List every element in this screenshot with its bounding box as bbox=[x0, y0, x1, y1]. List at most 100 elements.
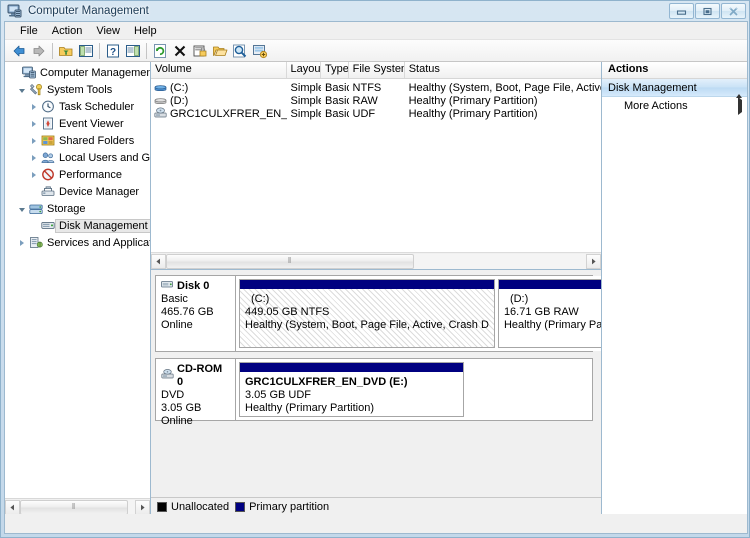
table-row[interactable]: (C:) Simple Basic NTFS Healthy (System, … bbox=[151, 81, 601, 94]
menu-file[interactable]: File bbox=[13, 24, 45, 38]
tree-item-performance[interactable]: Performance bbox=[7, 166, 150, 183]
cdrom-icon bbox=[161, 369, 174, 383]
actions-group-disk-management[interactable]: Disk Management bbox=[602, 79, 747, 98]
partition-status: Healthy (System, Boot, Page File, Active… bbox=[245, 319, 489, 331]
partition-title: GRC1CULXFRER_EN_DVD (E:) bbox=[245, 376, 408, 388]
show-action-pane-icon[interactable] bbox=[123, 41, 143, 61]
tree-item-shared-folders[interactable]: Shared Folders bbox=[7, 132, 150, 149]
status-cell: Healthy (Primary Partition) bbox=[408, 107, 538, 120]
tree-twisty-collapsed[interactable] bbox=[27, 154, 40, 161]
disk-name: Disk 0 bbox=[177, 280, 210, 292]
close-button[interactable] bbox=[721, 3, 746, 19]
delete-icon[interactable] bbox=[170, 41, 190, 61]
type-cell: Basic bbox=[324, 94, 349, 107]
column-header-volume[interactable]: Volume bbox=[151, 62, 287, 78]
table-row[interactable]: GRC1CULXFRER_EN_DVD (E:) Simple Basic UD… bbox=[151, 107, 601, 120]
tree-item-storage[interactable]: Storage bbox=[7, 200, 150, 217]
column-header-file-system[interactable]: File System bbox=[348, 62, 405, 78]
tree-item-system-tools[interactable]: System Tools bbox=[7, 81, 150, 98]
partition-e[interactable]: GRC1CULXFRER_EN_DVD (E:) 3.05 GB UDF Hea… bbox=[239, 362, 464, 417]
disk-info-disk-0[interactable]: Disk 0 Basic 465.76 GB Online bbox=[156, 276, 236, 351]
status-cell: Healthy (Primary Partition) bbox=[408, 94, 538, 107]
title-bar[interactable]: Computer Management bbox=[1, 1, 749, 21]
users-icon bbox=[40, 151, 56, 164]
tree-item-services-and-applications[interactable]: Services and Applications bbox=[7, 234, 150, 251]
tree-item-disk-management[interactable]: Disk Management bbox=[7, 217, 150, 234]
minimize-button[interactable] bbox=[669, 3, 694, 19]
refresh-icon[interactable] bbox=[150, 41, 170, 61]
volume-scroll-thumb[interactable]: ‖ bbox=[166, 253, 414, 269]
tree-item-event-viewer[interactable]: Event Viewer bbox=[7, 115, 150, 132]
properties-icon[interactable] bbox=[190, 41, 210, 61]
tree-twisty-collapsed[interactable] bbox=[27, 137, 40, 144]
create-vhd-icon[interactable] bbox=[250, 41, 270, 61]
tree-twisty-collapsed[interactable] bbox=[15, 239, 28, 246]
scroll-left-arrow[interactable] bbox=[151, 253, 166, 269]
volume-label: (C:) bbox=[170, 81, 189, 94]
show-console-tree-icon[interactable] bbox=[76, 41, 96, 61]
window-controls bbox=[669, 3, 746, 19]
legend-label: Primary partition bbox=[249, 500, 330, 513]
legend-item-primary-partition: Primary partition bbox=[235, 501, 329, 513]
help-icon[interactable]: ? bbox=[103, 41, 123, 61]
disk-capacity: 3.05 GB bbox=[161, 402, 202, 414]
disk-row-cdrom-0[interactable]: CD-ROM 0 DVD 3.05 GB Online GRC1CULXFRER… bbox=[155, 358, 593, 427]
event-viewer-icon bbox=[40, 117, 56, 130]
tree-scroll-track[interactable]: ‖ bbox=[20, 499, 135, 515]
tree-item-computer-management[interactable]: Computer Management (Local bbox=[7, 64, 150, 81]
tree-horizontal-scrollbar[interactable]: ‖ bbox=[5, 498, 150, 515]
type-cell: Basic bbox=[324, 107, 349, 120]
menu-view[interactable]: View bbox=[89, 24, 127, 38]
table-row[interactable]: (D:) Simple Basic RAW Healthy (Primary P… bbox=[151, 94, 601, 107]
column-header-layout[interactable]: Layout bbox=[286, 62, 321, 78]
tree-twisty-expanded[interactable] bbox=[15, 206, 28, 212]
tree-twisty-collapsed[interactable] bbox=[27, 120, 40, 127]
actions-pane: Actions Disk Management More Actions bbox=[601, 62, 747, 515]
disk-info-cdrom-0[interactable]: CD-ROM 0 DVD 3.05 GB Online bbox=[156, 359, 236, 427]
disk-state: Online bbox=[161, 319, 193, 331]
tree-item-label: Device Manager bbox=[59, 185, 140, 198]
partition-c[interactable]: (C:) 449.05 GB NTFS Healthy (System, Boo… bbox=[239, 279, 495, 348]
up-folder-icon[interactable] bbox=[56, 41, 76, 61]
column-header-type[interactable]: Type bbox=[321, 62, 349, 78]
tree-item-device-manager[interactable]: Device Manager bbox=[7, 183, 150, 200]
tree-item-label: Local Users and Groups bbox=[59, 151, 150, 164]
tree-item-task-scheduler[interactable]: Task Scheduler bbox=[7, 98, 150, 115]
action-more-actions[interactable]: More Actions bbox=[602, 97, 747, 115]
rescan-disks-icon[interactable] bbox=[230, 41, 250, 61]
disk-icon bbox=[161, 280, 174, 293]
maximize-button[interactable] bbox=[695, 3, 720, 19]
services-icon bbox=[28, 236, 44, 249]
tree-twisty-collapsed[interactable] bbox=[27, 171, 40, 178]
partition-d[interactable]: (D:) 16.71 GB RAW Healthy (Primary Parti… bbox=[497, 279, 601, 348]
volume-scroll-track[interactable]: ‖ bbox=[166, 253, 586, 269]
hard-drive-icon bbox=[154, 81, 167, 95]
console-tree[interactable]: Computer Management (Local S bbox=[5, 62, 150, 498]
file-system-cell: RAW bbox=[352, 94, 378, 107]
toolbar-separator bbox=[52, 42, 53, 59]
layout-cell: Simple bbox=[290, 107, 321, 120]
menu-help[interactable]: Help bbox=[127, 24, 164, 38]
partition-size-fs: 3.05 GB UDF bbox=[245, 389, 312, 401]
disk-management-pane: Volume Layout Type File System Status (C… bbox=[151, 62, 602, 515]
disk-row-disk-0[interactable]: Disk 0 Basic 465.76 GB Online (C:) 449.0… bbox=[155, 275, 601, 352]
scroll-left-arrow[interactable] bbox=[5, 499, 20, 515]
scroll-right-arrow[interactable] bbox=[586, 253, 601, 269]
chevron-right-icon[interactable] bbox=[738, 97, 742, 115]
disk-capacity: 465.76 GB bbox=[161, 306, 214, 318]
back-icon[interactable] bbox=[9, 41, 29, 61]
column-header-status[interactable]: Status bbox=[404, 62, 602, 78]
volume-list-horizontal-scrollbar[interactable]: ‖ bbox=[151, 252, 601, 269]
tree-item-local-users-and-groups[interactable]: Local Users and Groups bbox=[7, 149, 150, 166]
chevron-up-icon[interactable] bbox=[736, 81, 742, 98]
tree-twisty-expanded[interactable] bbox=[15, 87, 28, 93]
menu-action[interactable]: Action bbox=[45, 24, 90, 38]
scroll-right-arrow[interactable] bbox=[135, 499, 150, 515]
tree-twisty-collapsed[interactable] bbox=[27, 103, 40, 110]
partition-size-fs: 16.71 GB RAW bbox=[503, 306, 579, 318]
open-icon[interactable] bbox=[210, 41, 230, 61]
forward-icon[interactable] bbox=[29, 41, 49, 61]
disk-management-icon bbox=[40, 219, 56, 232]
client-area: File Action View Help ? Computer Managem… bbox=[4, 21, 748, 515]
tree-scroll-thumb[interactable]: ‖ bbox=[20, 499, 128, 515]
